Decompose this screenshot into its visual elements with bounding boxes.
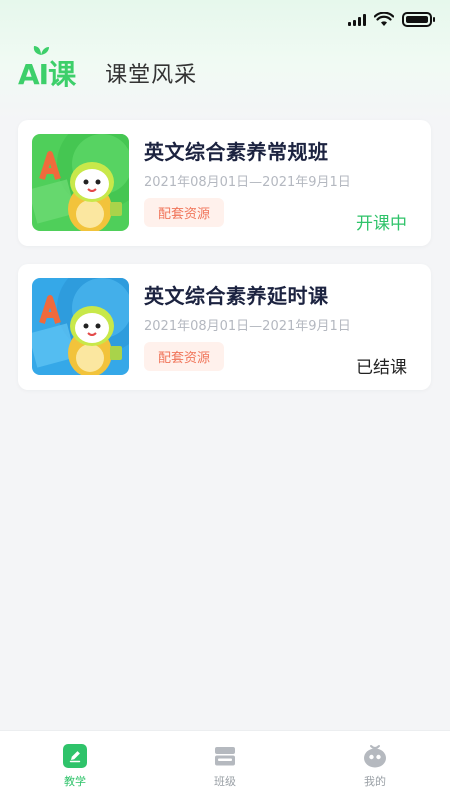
tab-teaching[interactable]: 教学 [0,731,150,800]
leaf-icon [33,46,49,55]
signal-icon [348,13,366,26]
course-card[interactable]: 英文综合素养常规班 2021年08月01日—2021年9月1日 配套资源 开课中 [18,120,431,246]
wifi-icon [374,12,394,26]
tab-label: 我的 [364,775,386,788]
page-title: 课堂风采 [105,63,198,88]
status-icons [348,12,435,27]
course-title: 英文综合素养延时课 [144,284,329,308]
logo-text: AI课 [18,58,76,91]
profile-icon [364,745,386,768]
battery-icon [402,12,435,27]
course-status: 已结课 [356,358,407,378]
resources-button[interactable]: 配套资源 [144,198,225,227]
course-date: 2021年08月01日—2021年9月1日 [144,175,351,190]
course-title: 英文综合素养常规班 [144,140,329,164]
mascot-image [32,134,129,231]
app-logo: AI课 [18,46,76,93]
course-status: 开课中 [356,214,407,234]
tab-label: 教学 [64,775,86,788]
course-thumbnail [32,134,129,231]
mascot-image [32,278,129,375]
course-date: 2021年08月01日—2021年9月1日 [144,319,351,334]
course-thumbnail [32,278,129,375]
resources-button[interactable]: 配套资源 [144,342,225,371]
course-card[interactable]: 英文综合素养延时课 2021年08月01日—2021年9月1日 配套资源 已结课 [18,264,431,390]
page-header: AI课 课堂风采 [18,46,198,96]
bottom-tab-bar: 教学 班级 我的 [0,730,450,800]
tab-label: 班级 [214,775,236,788]
status-bar [0,0,450,40]
class-icon [215,747,235,766]
tab-class[interactable]: 班级 [150,731,300,800]
tab-profile[interactable]: 我的 [300,731,450,800]
pencil-icon [63,744,87,768]
